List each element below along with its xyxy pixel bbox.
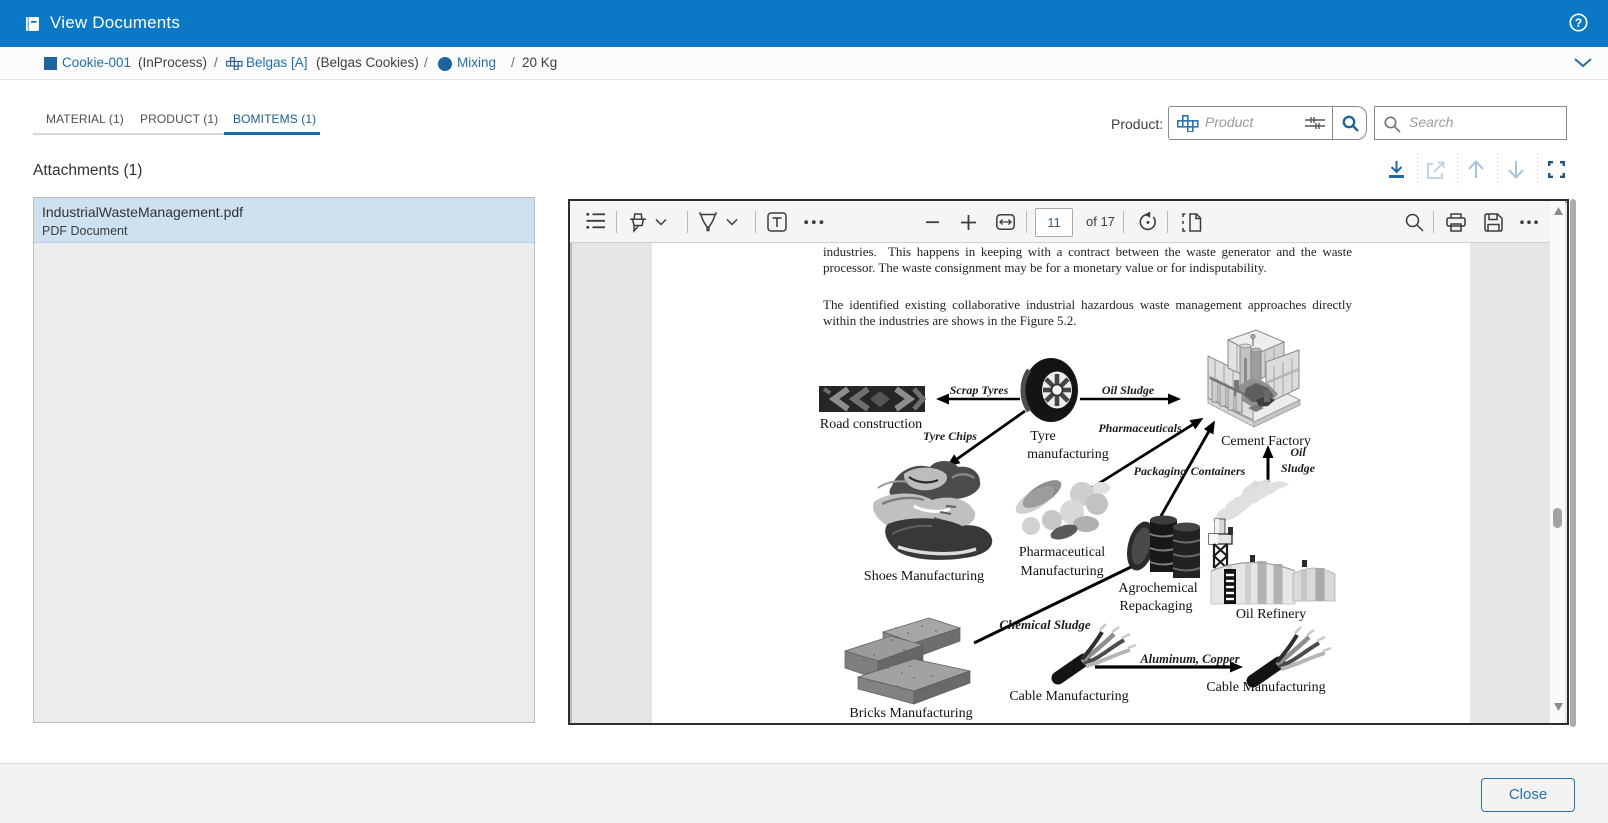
svg-text:Agrochemical: Agrochemical: [1118, 581, 1197, 596]
svg-text:Aluminum, Copper: Aluminum, Copper: [1139, 652, 1239, 666]
svg-text:Shoes Manufacturing: Shoes Manufacturing: [864, 569, 984, 584]
svg-text:Pharmaceuticals: Pharmaceuticals: [1098, 421, 1182, 435]
svg-text:Chemical Sludge: Chemical Sludge: [999, 617, 1091, 632]
svg-text:Road construction: Road construction: [820, 417, 922, 432]
svg-text:Cable Manufacturing: Cable Manufacturing: [1206, 680, 1325, 695]
svg-text:Containers: Containers: [1191, 464, 1246, 478]
svg-text:Oil: Oil: [1290, 445, 1306, 459]
svg-text:Cable Manufacturing: Cable Manufacturing: [1009, 689, 1128, 704]
svg-text:Tyre Chips: Tyre Chips: [923, 429, 977, 443]
svg-text:Oil Refinery: Oil Refinery: [1236, 607, 1306, 622]
svg-text:Packaging: Packaging: [1134, 464, 1187, 478]
svg-text:manufacturing: manufacturing: [1027, 447, 1109, 462]
svg-text:Pharmaceutical: Pharmaceutical: [1019, 545, 1105, 560]
svg-text:Manufacturing: Manufacturing: [1020, 564, 1103, 579]
svg-text:Scrap Tyres: Scrap Tyres: [950, 383, 1009, 397]
svg-text:?: ?: [1575, 16, 1582, 30]
svg-text:Bricks Manufacturing: Bricks Manufacturing: [849, 706, 972, 721]
svg-text:Repackaging: Repackaging: [1119, 599, 1192, 614]
svg-text:Oil Sludge: Oil Sludge: [1102, 383, 1155, 397]
svg-text:Tyre: Tyre: [1030, 429, 1055, 444]
svg-text:Sludge: Sludge: [1281, 461, 1316, 475]
